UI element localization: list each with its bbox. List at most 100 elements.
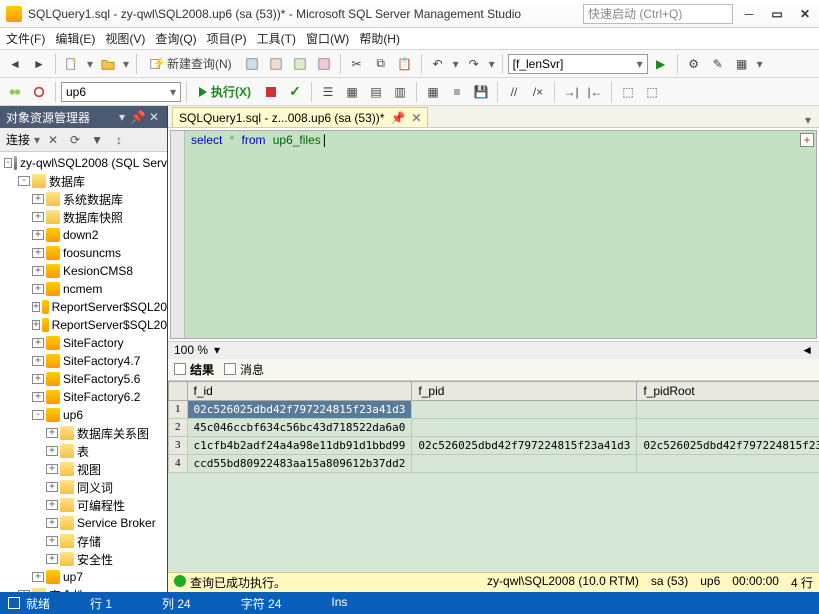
maximize-button[interactable]: ▭: [769, 6, 785, 22]
expand-icon[interactable]: +: [32, 284, 44, 294]
grid-row[interactable]: 4ccd55bd80922483aa15a809612b37dd210: [169, 454, 819, 472]
grid-col-header[interactable]: f_pid: [412, 381, 637, 400]
more-1-icon[interactable]: ✎: [707, 53, 729, 75]
execute-button[interactable]: 执行(X): [192, 81, 258, 103]
misc-2[interactable]: ⬚: [641, 81, 663, 103]
grid-row[interactable]: 3c1cfb4b2adf24a4a98e11db91d1bbd9902c5260…: [169, 436, 819, 454]
new-dropdown[interactable]: ▾: [85, 53, 95, 75]
go-icon[interactable]: ▶: [650, 53, 672, 75]
plan-icon[interactable]: ☰: [317, 81, 339, 103]
undo-icon[interactable]: ↶: [427, 53, 449, 75]
quick-launch-input[interactable]: 快速启动 (Ctrl+Q): [583, 4, 733, 24]
tree-up6-child[interactable]: +同义词: [0, 478, 167, 496]
tree-db-ReportServer$SQL20[interactable]: +ReportServer$SQL20: [0, 298, 167, 316]
more-dropdown[interactable]: ▾: [755, 53, 765, 75]
expand-icon[interactable]: +: [32, 248, 44, 258]
grid-cell[interactable]: 02c526025dbd42f797224815f23a41d3: [187, 400, 412, 418]
refresh-icon[interactable]: ⟳: [66, 131, 84, 149]
disconnect-icon[interactable]: ✕: [44, 131, 62, 149]
row-number[interactable]: 4: [169, 454, 188, 472]
grid-cell[interactable]: [412, 454, 637, 472]
tree-db-up7[interactable]: +up7: [0, 568, 167, 586]
tree-sysdb[interactable]: +系统数据库: [0, 190, 167, 208]
open-icon[interactable]: [97, 53, 119, 75]
grid-cell[interactable]: [637, 400, 819, 418]
row-number[interactable]: 2: [169, 418, 188, 436]
grid-cell[interactable]: [637, 418, 819, 436]
tb-btn-1[interactable]: [241, 53, 263, 75]
expand-icon[interactable]: +: [46, 500, 58, 510]
more-2-icon[interactable]: ▦: [731, 53, 753, 75]
redo-dropdown[interactable]: ▾: [487, 53, 497, 75]
grid-cell[interactable]: 02c526025dbd42f797224815f23a41d3: [412, 436, 637, 454]
tree-db-SiteFactory[interactable]: +SiteFactory: [0, 334, 167, 352]
expand-icon[interactable]: +: [32, 266, 44, 276]
tree-server[interactable]: -zy-qwl\SQL2008 (SQL Serv: [0, 154, 167, 172]
results-file-icon[interactable]: 💾: [470, 81, 492, 103]
expand-icon[interactable]: +: [46, 428, 58, 438]
expand-icon[interactable]: -: [4, 158, 12, 168]
grid-cell[interactable]: 45c046ccbf634c56bc43d718522da6a0: [187, 418, 412, 436]
code-text[interactable]: select * from up6_files|: [185, 131, 816, 338]
parse-button[interactable]: ✓: [284, 81, 306, 103]
expand-icon[interactable]: +: [32, 356, 44, 366]
tree-db-foosuncms[interactable]: +foosuncms: [0, 244, 167, 262]
expand-icon[interactable]: +: [32, 302, 40, 312]
tab-pin-icon[interactable]: 📌: [390, 111, 405, 125]
tree-db-KesionCMS8[interactable]: +KesionCMS8: [0, 262, 167, 280]
tree-db-SiteFactory6.2[interactable]: +SiteFactory6.2: [0, 388, 167, 406]
change-conn-icon[interactable]: [28, 81, 50, 103]
tree-db-ncmem[interactable]: +ncmem: [0, 280, 167, 298]
filter-icon[interactable]: ▼: [88, 131, 106, 149]
tree-up6-child[interactable]: +数据库关系图: [0, 424, 167, 442]
grid-col-header[interactable]: f_id: [187, 381, 412, 400]
grid-row[interactable]: 245c046ccbf634c56bc43d718522da6a010: [169, 418, 819, 436]
close-button[interactable]: ✕: [797, 6, 813, 22]
object-tree[interactable]: -zy-qwl\SQL2008 (SQL Serv-数据库+系统数据库+数据库快…: [0, 152, 167, 592]
zoom-dropdown-icon[interactable]: ▾: [214, 343, 220, 357]
tb-btn-3[interactable]: [289, 53, 311, 75]
results-text-icon[interactable]: ≡: [446, 81, 468, 103]
tree-up6-child[interactable]: +可编程性: [0, 496, 167, 514]
menu-item[interactable]: 编辑(E): [55, 30, 95, 47]
misc-1[interactable]: ⬚: [617, 81, 639, 103]
undo-dropdown[interactable]: ▾: [451, 53, 461, 75]
expand-icon[interactable]: +: [46, 554, 58, 564]
expand-icon[interactable]: -: [18, 176, 30, 186]
grid-cell[interactable]: [637, 454, 819, 472]
function-combo[interactable]: [f_lenSvr] ▾: [508, 54, 648, 74]
split-editor-icon[interactable]: +: [800, 133, 814, 147]
connect-label[interactable]: 连接: [6, 131, 30, 148]
menu-item[interactable]: 视图(V): [105, 30, 145, 47]
outdent-icon[interactable]: |←: [584, 81, 606, 103]
menu-item[interactable]: 项目(P): [207, 30, 247, 47]
panel-pin-icon[interactable]: 📌: [131, 110, 145, 124]
menu-item[interactable]: 帮助(H): [359, 30, 400, 47]
grid-row[interactable]: 102c526025dbd42f797224815f23a41d310: [169, 400, 819, 418]
zoom-level[interactable]: 100 %: [174, 343, 208, 357]
tb-btn-4[interactable]: [313, 53, 335, 75]
results-tab[interactable]: 结果: [174, 361, 214, 378]
expand-icon[interactable]: +: [32, 320, 40, 330]
panel-dropdown-icon[interactable]: ▾: [115, 110, 129, 124]
expand-icon[interactable]: +: [46, 446, 58, 456]
tb-btn-2[interactable]: [265, 53, 287, 75]
q-opt-1[interactable]: ▦: [341, 81, 363, 103]
expand-icon[interactable]: +: [32, 230, 44, 240]
stop-button[interactable]: [260, 81, 282, 103]
expand-icon[interactable]: +: [46, 464, 58, 474]
row-number[interactable]: 1: [169, 400, 188, 418]
tree-db-SiteFactory4.7[interactable]: +SiteFactory4.7: [0, 352, 167, 370]
open-dropdown[interactable]: ▾: [121, 53, 131, 75]
nav-fwd-button[interactable]: ►: [28, 53, 50, 75]
grid-cell[interactable]: 02c526025dbd42f797224815f23a41d3: [637, 436, 819, 454]
menu-item[interactable]: 工具(T): [257, 30, 296, 47]
panel-close-icon[interactable]: ✕: [147, 110, 161, 124]
q-opt-2[interactable]: ▤: [365, 81, 387, 103]
minimize-button[interactable]: ─: [741, 6, 757, 22]
paste-icon[interactable]: 📋: [394, 53, 416, 75]
grid-cell[interactable]: [412, 400, 637, 418]
tree-up6-child[interactable]: +Service Broker: [0, 514, 167, 532]
nav-back-button[interactable]: ◄: [4, 53, 26, 75]
messages-tab[interactable]: 消息: [224, 361, 264, 378]
